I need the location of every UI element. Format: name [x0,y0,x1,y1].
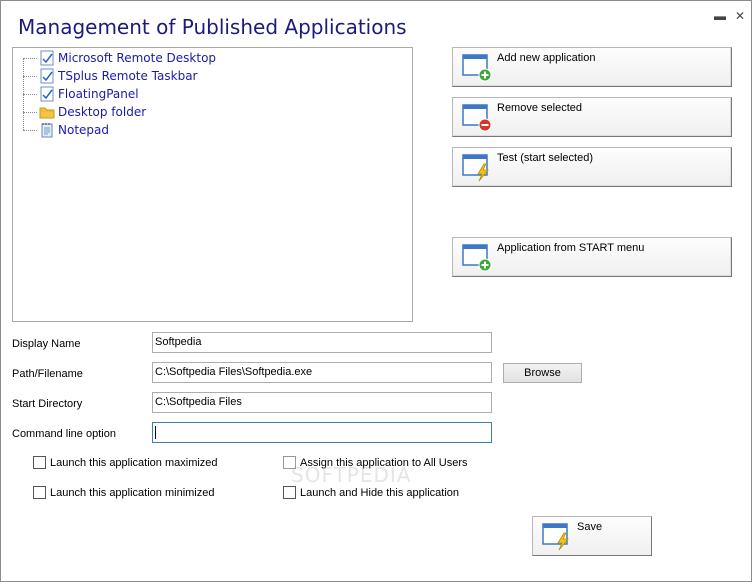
text-cursor [155,425,156,439]
start-directory-label: Start Directory [12,398,83,410]
tree-item-notepad[interactable]: Notepad [23,121,109,139]
launch-minimized-checkbox[interactable]: Launch this application minimized [33,486,214,499]
test-start-selected-label: Test (start selected) [497,152,593,164]
app-window: Management of Published Applications ▬ ✕… [0,0,752,582]
checkbox-box[interactable] [283,486,296,499]
minimize-button[interactable]: ▬ [713,9,727,23]
launch-hide-label: Launch and Hide this application [300,486,460,499]
lightning-window-icon [462,152,492,182]
display-name-input[interactable]: Softpedia [152,332,492,353]
save-label: Save [577,521,603,533]
tree-item-desktop-folder[interactable]: Desktop folder [23,103,146,121]
path-filename-input[interactable]: C:\Softpedia Files\Softpedia.exe [152,362,492,383]
remove-selected-button[interactable]: Remove selected [452,97,732,137]
checkbox-box[interactable] [33,486,46,499]
published-apps-tree[interactable]: Microsoft Remote Desktop TSplus Remote T… [12,47,413,322]
tree-item-floatingpanel[interactable]: FloatingPanel [23,85,139,103]
close-button[interactable]: ✕ [733,9,747,23]
checkbox-box[interactable] [33,456,46,469]
notepad-icon [39,122,55,138]
lightning-window-icon [542,521,572,551]
application-from-start-menu-label: Application from START menu [497,242,645,254]
add-window-icon [462,242,492,272]
tree-item-label: Desktop folder [58,105,147,119]
checked-document-icon [39,86,55,102]
application-from-start-menu-button[interactable]: Application from START menu [452,237,732,277]
folder-icon [39,104,55,120]
checked-document-icon [39,50,55,66]
remove-selected-label: Remove selected [497,102,582,114]
command-line-option-label: Command line option [12,428,116,440]
launch-maximized-label: Launch this application maximized [50,456,218,469]
checked-document-icon [39,68,55,84]
remove-window-icon [462,102,492,132]
tree-item-tsplus-remote-taskbar[interactable]: TSplus Remote Taskbar [23,67,198,85]
window-title: Management of Published Applications [18,15,407,39]
start-directory-input[interactable]: C:\Softpedia Files [152,392,492,413]
tree-item-label: FloatingPanel [58,87,139,101]
add-new-application-button[interactable]: Add new application [452,47,732,87]
add-new-application-label: Add new application [497,52,596,64]
path-filename-label: Path/Filename [12,368,83,380]
test-start-selected-button[interactable]: Test (start selected) [452,147,732,187]
tree-item-label: TSplus Remote Taskbar [58,69,198,83]
launch-minimized-label: Launch this application minimized [50,486,215,499]
display-name-label: Display Name [12,338,81,350]
add-window-icon [462,52,492,82]
softpedia-watermark: SOFTPEDIA [291,463,412,487]
launch-hide-checkbox[interactable]: Launch and Hide this application [283,486,459,499]
tree-item-label: Notepad [58,123,109,137]
tree-item-label: Microsoft Remote Desktop [58,51,217,65]
command-line-option-input[interactable] [152,422,492,443]
tree-item-microsoft-remote-desktop[interactable]: Microsoft Remote Desktop [23,49,216,67]
browse-button[interactable]: Browse [503,363,582,383]
launch-maximized-checkbox[interactable]: Launch this application maximized [33,456,218,469]
save-button[interactable]: Save [532,516,652,556]
